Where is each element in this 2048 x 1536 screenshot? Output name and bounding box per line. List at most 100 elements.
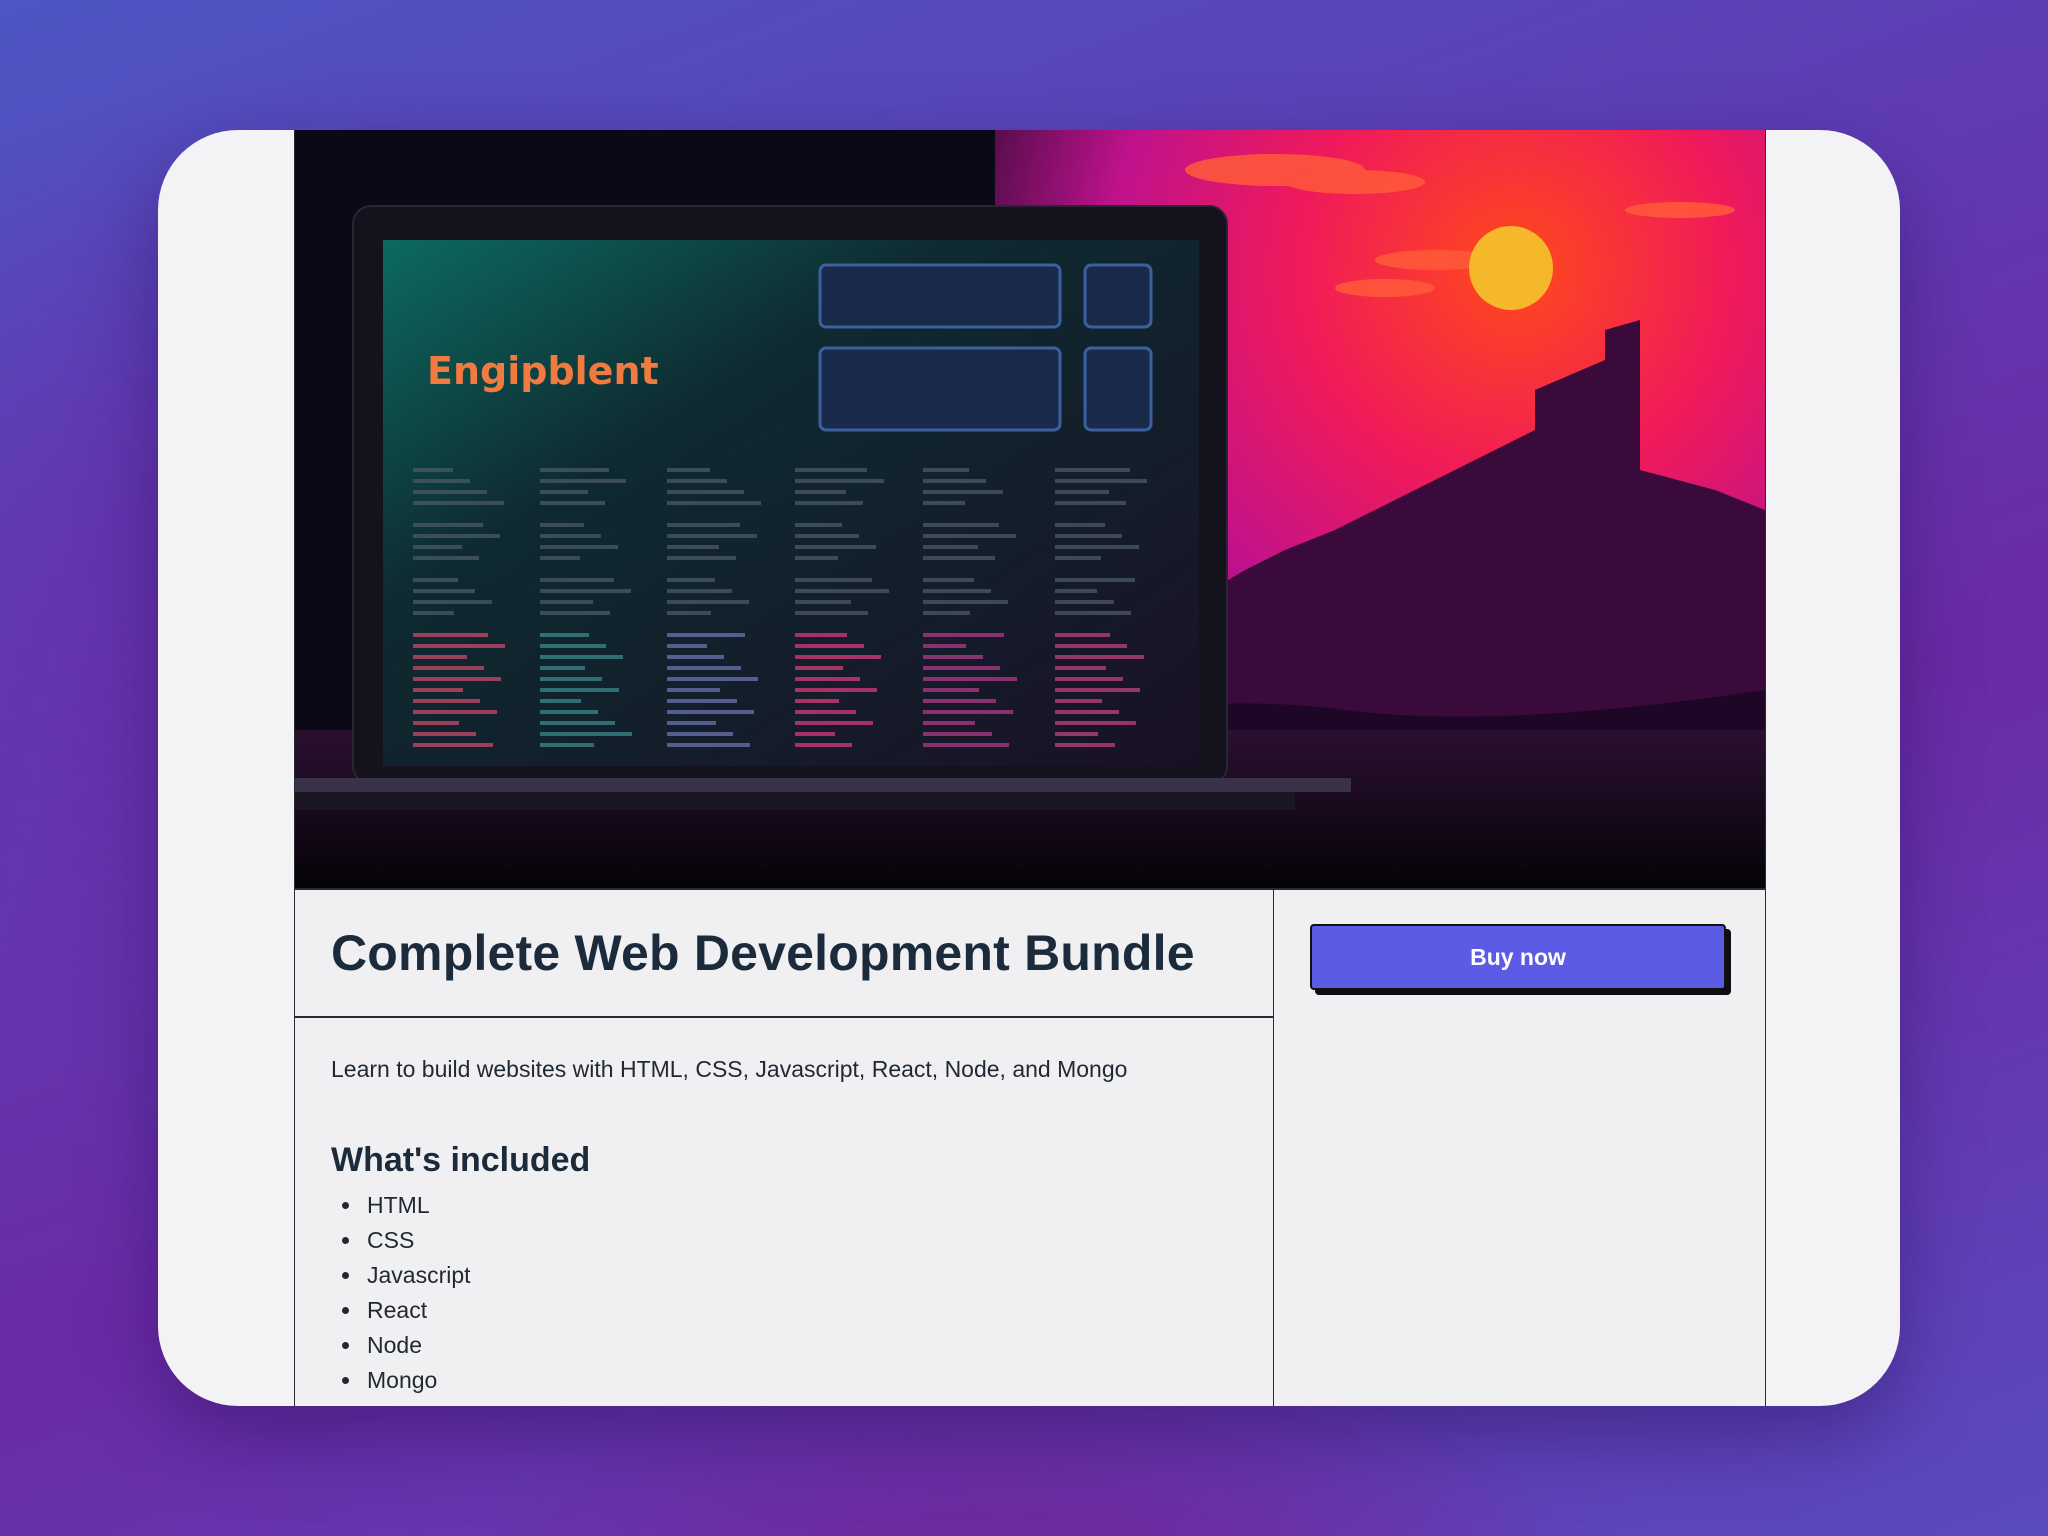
code-line <box>923 589 991 593</box>
code-line <box>923 600 1008 604</box>
code-line <box>667 600 749 604</box>
code-line <box>795 721 873 725</box>
code-line <box>923 721 975 725</box>
code-line <box>667 644 707 648</box>
code-line <box>923 490 1003 494</box>
code-line <box>667 732 733 736</box>
code-line <box>795 644 864 648</box>
title-section: Complete Web Development Bundle <box>295 890 1273 1018</box>
screen-title: Engipblent <box>427 349 659 393</box>
code-line <box>540 479 626 483</box>
code-line <box>923 655 983 659</box>
code-line <box>923 545 978 549</box>
code-line <box>1055 490 1109 494</box>
included-list: HTML CSS Javascript React Node Mongo <box>295 1188 1273 1398</box>
code-line <box>667 523 740 527</box>
code-line <box>795 523 842 527</box>
code-line <box>1055 545 1139 549</box>
code-line <box>923 732 992 736</box>
code-line <box>795 655 881 659</box>
code-line <box>795 501 863 505</box>
code-line <box>667 688 720 692</box>
code-line <box>413 523 483 527</box>
code-line <box>413 490 487 494</box>
code-line <box>923 677 1017 681</box>
code-line <box>923 578 974 582</box>
product-description: Learn to build websites with HTML, CSS, … <box>331 1056 1128 1082</box>
purchase-panel: Buy now <box>1274 890 1765 1406</box>
code-line <box>540 732 632 736</box>
code-line <box>413 600 492 604</box>
code-line <box>413 501 504 505</box>
code-line <box>1055 699 1102 703</box>
code-line <box>795 710 856 714</box>
code-line <box>1055 633 1110 637</box>
code-line <box>667 490 744 494</box>
code-line <box>540 677 602 681</box>
code-line <box>540 688 619 692</box>
code-line <box>413 589 475 593</box>
code-line <box>540 545 618 549</box>
code-line <box>795 578 872 582</box>
code-line <box>413 556 479 560</box>
screen-ui-panels <box>818 263 1153 432</box>
code-line <box>667 556 736 560</box>
code-line <box>923 556 995 560</box>
code-line <box>667 468 710 472</box>
hero-image: Engipblent <box>295 130 1765 890</box>
code-line <box>923 501 965 505</box>
code-line <box>923 743 1009 747</box>
code-line <box>923 633 1004 637</box>
code-line <box>795 666 843 670</box>
code-line <box>413 611 454 615</box>
buy-now-button[interactable]: Buy now <box>1310 924 1726 990</box>
code-line <box>795 600 851 604</box>
code-line <box>667 699 737 703</box>
hero-illustration: Engipblent <box>295 130 1765 888</box>
code-line <box>795 479 884 483</box>
code-line <box>540 633 589 637</box>
code-line <box>413 677 501 681</box>
code-line <box>540 501 605 505</box>
code-line <box>413 534 500 538</box>
list-item: Mongo <box>363 1363 1273 1398</box>
code-line <box>1055 600 1114 604</box>
code-line <box>1055 523 1105 527</box>
code-line <box>540 556 580 560</box>
code-line <box>795 677 860 681</box>
code-line <box>667 578 715 582</box>
code-line <box>667 655 724 659</box>
code-line <box>540 589 631 593</box>
code-line <box>667 589 732 593</box>
code-line <box>667 611 711 615</box>
code-line <box>540 468 609 472</box>
list-item: CSS <box>363 1223 1273 1258</box>
code-line <box>1055 721 1136 725</box>
code-line <box>923 710 1013 714</box>
code-line <box>923 688 979 692</box>
code-line <box>413 545 462 549</box>
code-line <box>1055 479 1147 483</box>
code-line <box>413 644 505 648</box>
code-line <box>540 666 585 670</box>
code-line <box>540 611 610 615</box>
code-line <box>1055 644 1127 648</box>
code-line <box>795 688 877 692</box>
code-line <box>1055 556 1101 560</box>
code-line <box>540 710 598 714</box>
code-line <box>413 688 463 692</box>
code-line <box>1055 589 1097 593</box>
code-line <box>923 699 996 703</box>
code-line <box>413 721 459 725</box>
code-line <box>667 721 716 725</box>
tablet-frame: Engipblent Complete Web Development Bund… <box>158 130 1900 1406</box>
included-heading: What's included <box>331 1141 591 1179</box>
code-line <box>1055 578 1135 582</box>
list-item: HTML <box>363 1188 1273 1223</box>
sun-shape <box>1469 226 1553 310</box>
code-line <box>1055 732 1098 736</box>
code-line <box>413 633 488 637</box>
code-line <box>540 721 615 725</box>
code-line <box>795 468 867 472</box>
code-line <box>667 743 750 747</box>
